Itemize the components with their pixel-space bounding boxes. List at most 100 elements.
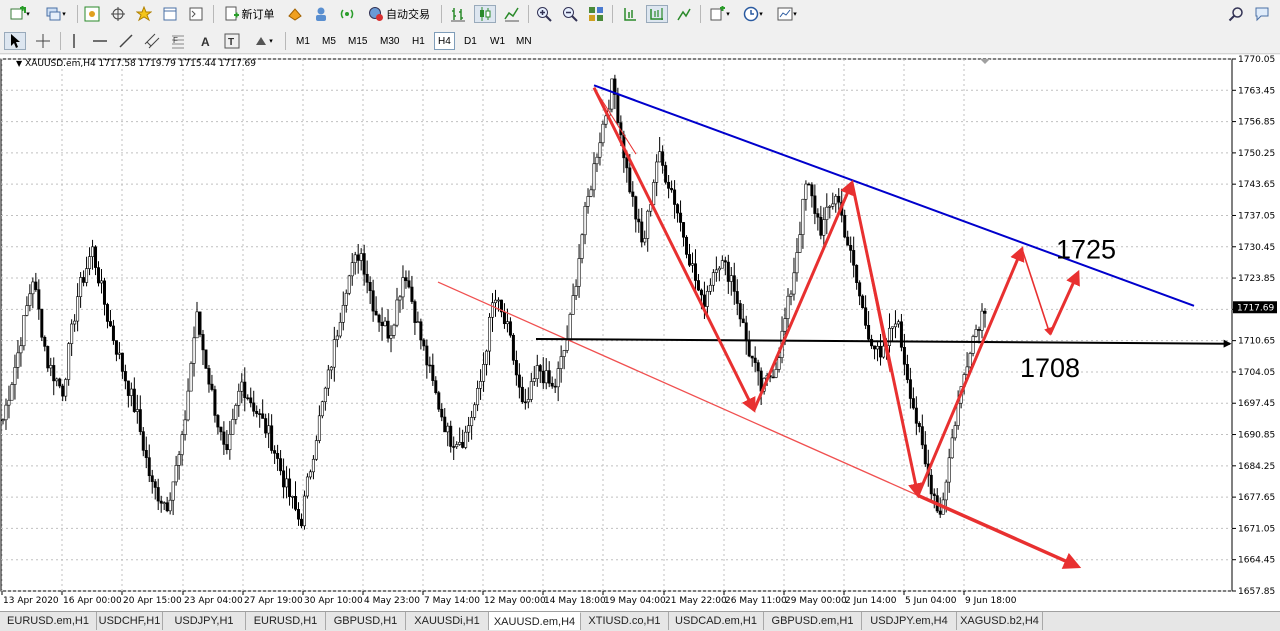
chart-header-arrow-icon[interactable]: ▼ — [16, 59, 22, 68]
trendline-button[interactable] — [116, 32, 136, 50]
x-tick-label: 7 May 14:00 — [424, 596, 480, 606]
fibonacci-icon: F — [172, 35, 184, 49]
signals-button[interactable] — [337, 5, 357, 23]
candle — [416, 321, 420, 324]
text-label-icon: T — [224, 33, 240, 49]
terminal-button[interactable] — [186, 5, 206, 23]
timeframe-m30[interactable]: M30 — [376, 32, 403, 50]
line-tool-button[interactable] — [674, 5, 694, 23]
bar-chart-button[interactable] — [448, 5, 468, 23]
candle — [971, 336, 975, 354]
equidistant-channel-button[interactable] — [142, 32, 162, 50]
cursor-button[interactable] — [4, 32, 26, 50]
timeframe-h4[interactable]: H4 — [434, 32, 455, 50]
chart-properties-button[interactable] — [82, 5, 102, 23]
candle — [225, 444, 229, 451]
text-button[interactable]: A — [196, 32, 216, 50]
metaeditor-icon — [288, 8, 302, 21]
candle — [58, 378, 62, 387]
price-annotation: 1708 — [1020, 353, 1080, 383]
candle — [858, 282, 862, 297]
metaeditor-button[interactable] — [285, 5, 305, 23]
text-label-button[interactable]: T — [222, 32, 242, 50]
chart-tab[interactable]: EURUSD.em,H1 — [0, 612, 97, 630]
chart-tab[interactable]: XTIUSD.co,H1 — [581, 612, 669, 630]
timeframe-m15[interactable]: M15 — [344, 32, 371, 50]
candle — [852, 250, 856, 266]
timeframe-m5[interactable]: M5 — [318, 32, 340, 50]
candle — [162, 502, 166, 505]
experts-button[interactable] — [311, 5, 331, 23]
candle — [177, 454, 181, 466]
navigator-button[interactable] — [160, 5, 180, 23]
navigator-icon — [163, 7, 177, 21]
x-tick-label: 23 Apr 04:00 — [184, 596, 243, 606]
chart-tab[interactable]: EURUSD,H1 — [246, 612, 326, 630]
timeframe-d1[interactable]: D1 — [460, 32, 481, 50]
line-chart-button[interactable] — [502, 5, 522, 23]
timeframe-w1[interactable]: W1 — [486, 32, 509, 50]
community-button[interactable] — [1252, 5, 1272, 23]
candle — [556, 368, 560, 388]
chart-tab[interactable]: GBPUSD.em,H1 — [764, 612, 862, 630]
zoom-in-button[interactable] — [534, 5, 554, 23]
candle — [85, 268, 89, 283]
timeframe-mn[interactable]: MN — [512, 32, 536, 50]
arrows-button[interactable]: ▾ — [248, 32, 278, 50]
candle — [708, 284, 712, 292]
chart-tab[interactable]: USDCHF,H1 — [97, 612, 163, 630]
chart-shift-button[interactable] — [646, 5, 668, 23]
zoom-out-button[interactable] — [560, 5, 580, 23]
tile-windows-button[interactable] — [586, 5, 606, 23]
chart-tab[interactable]: USDJPY,H1 — [163, 612, 246, 630]
candle — [488, 316, 492, 352]
candle — [404, 277, 408, 282]
auto-trading-button[interactable]: 自动交易 — [363, 5, 435, 23]
candlestick-button[interactable] — [474, 5, 496, 23]
new-chart-button[interactable]: ▾ — [4, 5, 36, 23]
candle — [667, 181, 671, 189]
crosshair-icon — [111, 7, 125, 21]
candle — [595, 156, 599, 165]
chart-tab[interactable]: XAUUSD.em,H4 — [489, 612, 581, 630]
candle — [135, 409, 139, 412]
candle — [682, 222, 686, 238]
favorites-icon — [136, 6, 152, 22]
vertical-line-button[interactable] — [64, 32, 84, 50]
new-order-button[interactable]: 新订单 — [218, 5, 280, 23]
candle — [511, 334, 515, 361]
autoscroll-button[interactable] — [620, 5, 640, 23]
periods-button[interactable]: ▾ — [738, 5, 768, 23]
templates-button[interactable]: ▾ — [771, 5, 803, 23]
chart-window[interactable]: 1770.05 1763.45 1756.85 1750.25 1743.65 1737.… — [0, 55, 1280, 611]
horizontal-line-button[interactable] — [90, 32, 110, 50]
chart-tab[interactable]: USDJPY.em,H4 — [862, 612, 957, 630]
candle — [192, 337, 196, 364]
candle — [186, 390, 190, 421]
candle — [741, 318, 745, 324]
text-icon: A — [201, 35, 210, 49]
chart-shift-icon — [650, 8, 663, 20]
chart-tab[interactable]: XAUUSDi,H1 — [406, 612, 489, 630]
chart-tab[interactable]: XAGUSD.b2,H4 — [957, 612, 1043, 630]
timeframe-m1[interactable]: M1 — [292, 32, 314, 50]
timeframe-h1[interactable]: H1 — [408, 32, 429, 50]
crosshair-tool-button[interactable] — [32, 32, 54, 50]
current-price-label: 1717.69 — [1237, 303, 1274, 313]
search-button[interactable] — [1226, 5, 1246, 23]
chart-tab[interactable]: USDCAD.em,H1 — [669, 612, 764, 630]
profiles-button[interactable]: ▾ — [40, 5, 72, 23]
candle — [819, 216, 823, 236]
profiles-icon — [46, 7, 61, 21]
crosshair-button[interactable] — [108, 5, 128, 23]
fibonacci-button[interactable]: F — [168, 32, 188, 50]
indicators-button[interactable]: ▾ — [705, 5, 735, 23]
favorites-button[interactable] — [134, 5, 154, 23]
candle — [968, 353, 972, 368]
candle — [344, 292, 348, 306]
candle — [216, 415, 220, 428]
candle — [144, 450, 148, 458]
price-chart[interactable]: 1770.05 1763.45 1756.85 1750.25 1743.65 1737.… — [0, 55, 1280, 611]
candle — [1, 419, 5, 422]
chart-tab[interactable]: GBPUSD,H1 — [326, 612, 406, 630]
